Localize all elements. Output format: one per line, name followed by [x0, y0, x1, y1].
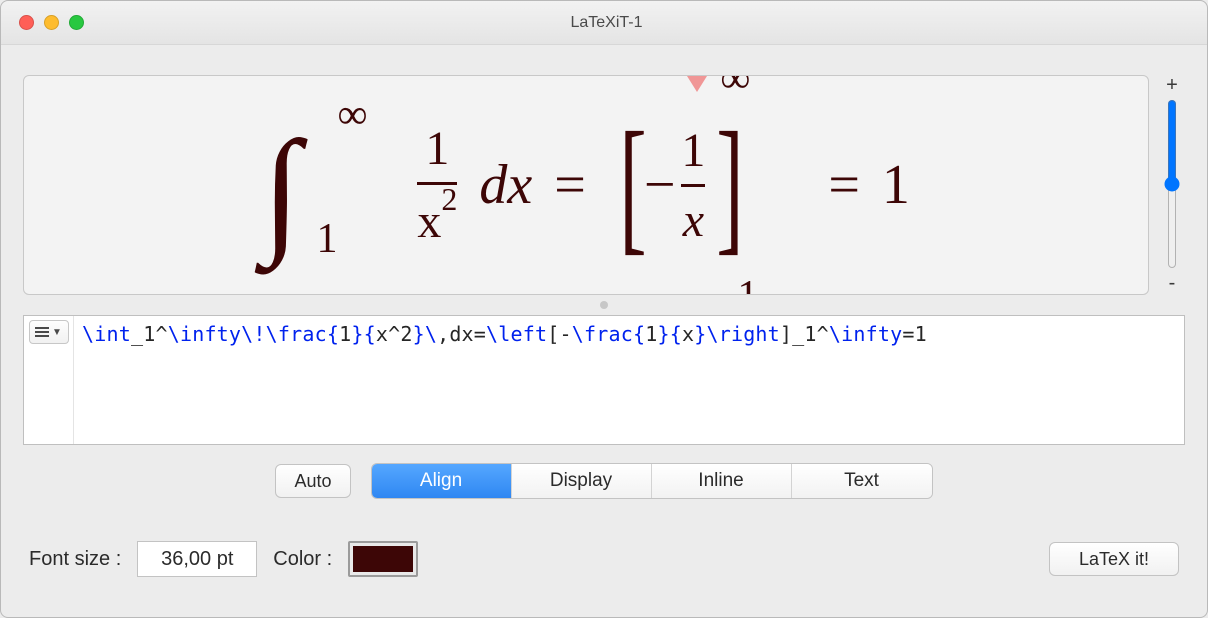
preview-row: ∫ 1 ∞ 1 x2 dx = [ − 1 x: [23, 75, 1185, 295]
equals-sign: =: [828, 153, 860, 217]
fraction-bar-icon: [681, 184, 705, 187]
color-swatch-preview: [353, 546, 413, 572]
source-token: \: [425, 322, 437, 346]
fraction-denominator: x: [683, 193, 704, 248]
pane-splitter[interactable]: [23, 297, 1185, 313]
fraction-integrand: 1 x2: [417, 121, 457, 249]
window-title: LaTeXiT-1: [24, 14, 1189, 32]
source-token: }: [694, 322, 706, 346]
baseline-marker-icon: [687, 76, 707, 92]
source-token: }{: [351, 322, 375, 346]
right-bracket-icon: ]: [717, 125, 744, 245]
footer-row: Font size : Color : LaTeX it!: [23, 541, 1185, 577]
latex-source-input[interactable]: \int_1^\infty\!\frac{1}{x^2}\,dx=\left[-…: [74, 316, 1184, 444]
source-token: }: [413, 322, 425, 346]
bracket-expression: [ − 1 x ] 1 ∞: [608, 123, 806, 248]
bracket-upper-limit: ∞: [720, 75, 750, 103]
editor-gutter: ▼: [24, 316, 74, 444]
source-token: 1: [645, 322, 657, 346]
fraction-denominator: x2: [417, 191, 457, 249]
integral-lower-limit: 1: [316, 215, 337, 263]
fraction-antiderivative: 1 x: [681, 123, 705, 248]
source-token: x^2: [376, 322, 413, 346]
source-token: \int: [82, 322, 131, 346]
formula-preview[interactable]: ∫ 1 ∞ 1 x2 dx = [ − 1 x: [23, 75, 1149, 295]
color-swatch-button[interactable]: [348, 541, 418, 577]
chevron-down-icon: ▼: [52, 327, 62, 338]
bracket-lower-limit: 1: [737, 272, 758, 296]
source-token: ^: [155, 322, 167, 346]
hamburger-icon: [35, 327, 49, 337]
titlebar: LaTeXiT-1: [1, 1, 1207, 45]
source-token: ,dx=: [437, 322, 486, 346]
mode-tab-text[interactable]: Text: [792, 464, 932, 498]
source-token: \left: [486, 322, 547, 346]
zoom-in-icon[interactable]: +: [1166, 75, 1178, 95]
content: ∫ 1 ∞ 1 x2 dx = [ − 1 x: [1, 45, 1207, 617]
zoom-slider[interactable]: [1160, 99, 1184, 269]
left-bracket-icon: [: [619, 125, 646, 245]
zoom-controls: + -: [1159, 75, 1185, 295]
source-token: \right: [706, 322, 779, 346]
mode-tab-align[interactable]: Align: [372, 464, 512, 498]
source-token: [: [547, 322, 559, 346]
source-token: 1: [143, 322, 155, 346]
mode-tab-inline[interactable]: Inline: [652, 464, 792, 498]
auto-button[interactable]: Auto: [275, 464, 350, 498]
font-size-field[interactable]: [137, 541, 257, 577]
source-token: }{: [657, 322, 681, 346]
source-token: \frac: [572, 322, 633, 346]
source-token: \infty\!\frac: [168, 322, 327, 346]
mode-segmented-control: AlignDisplayInlineText: [371, 463, 933, 499]
source-token: 1: [339, 322, 351, 346]
result-value: 1: [882, 153, 910, 217]
source-token: x: [682, 322, 694, 346]
equals-sign: =: [554, 153, 586, 217]
source-token: {: [327, 322, 339, 346]
zoom-out-icon[interactable]: -: [1169, 273, 1176, 293]
source-token: ]_1^: [780, 322, 829, 346]
templates-menu-button[interactable]: ▼: [29, 320, 69, 344]
mode-tab-display[interactable]: Display: [512, 464, 652, 498]
source-token: _: [131, 322, 143, 346]
source-token: =1: [902, 322, 926, 346]
fraction-numerator: 1: [681, 123, 705, 178]
fraction-numerator: 1: [425, 121, 449, 176]
minus-sign: −: [644, 153, 676, 217]
color-label: Color :: [273, 548, 332, 571]
mode-row: Auto AlignDisplayInlineText: [23, 463, 1185, 499]
source-token: -: [560, 322, 572, 346]
source-editor: ▼ \int_1^\infty\!\frac{1}{x^2}\,dx=\left…: [23, 315, 1185, 445]
differential: dx: [479, 153, 532, 217]
latex-it-button[interactable]: LaTeX it!: [1049, 542, 1179, 576]
integral-upper-limit: ∞: [337, 91, 367, 139]
source-token: \infty: [829, 322, 902, 346]
rendered-formula: ∫ 1 ∞ 1 x2 dx = [ − 1 x: [262, 121, 910, 249]
source-token: {: [633, 322, 645, 346]
font-size-label: Font size :: [29, 548, 121, 571]
